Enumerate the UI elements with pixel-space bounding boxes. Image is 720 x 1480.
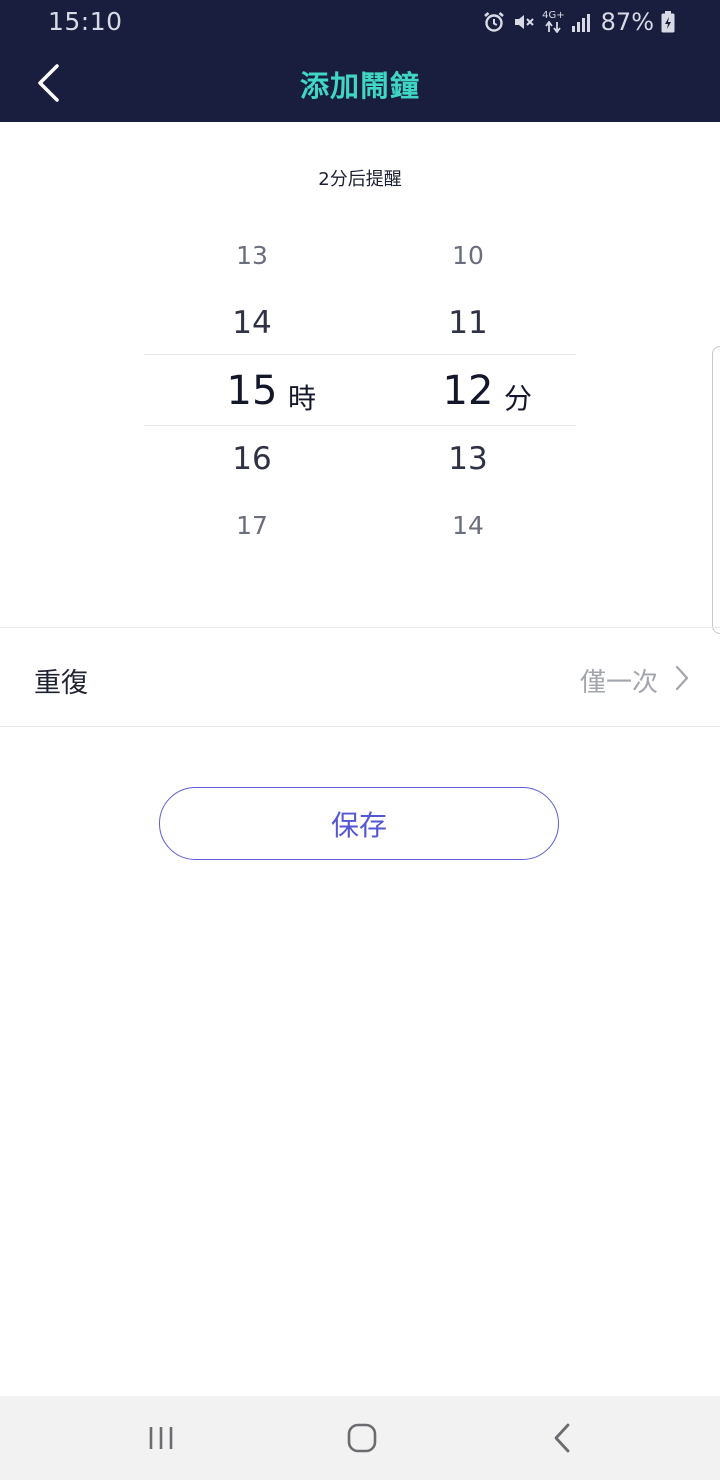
back-nav-button[interactable] <box>533 1414 593 1462</box>
signal-icon <box>571 11 593 33</box>
status-time: 15:10 <box>48 7 123 36</box>
repeat-label: 重復 <box>34 668 88 699</box>
minute-selected[interactable]: 12 <box>428 368 508 414</box>
status-icons: 4G+ 87% <box>482 6 676 38</box>
network-4g-icon: 4G+ <box>542 11 565 33</box>
hour-unit-label: 時 <box>288 382 317 415</box>
save-button[interactable]: 保存 <box>159 787 559 860</box>
app-header: 添加鬧鐘 <box>0 44 720 122</box>
mute-icon <box>512 10 536 34</box>
hour-selected[interactable]: 15 <box>212 368 292 414</box>
minute-option[interactable]: 13 <box>428 441 508 477</box>
status-bar: 15:10 4G+ 87% <box>0 0 720 44</box>
battery-percent: 87% <box>600 8 654 36</box>
remind-hint: 2分后提醒 <box>318 169 402 190</box>
network-type: 4G+ <box>542 10 565 21</box>
home-icon <box>347 1423 377 1453</box>
minute-option[interactable]: 14 <box>428 511 508 540</box>
picker-bottom-line <box>144 425 576 426</box>
repeat-row[interactable]: 重復 僅一次 <box>0 628 720 726</box>
recent-apps-icon <box>149 1427 173 1449</box>
home-button[interactable] <box>332 1414 392 1462</box>
repeat-value: 僅一次 <box>579 668 658 698</box>
hour-option[interactable]: 13 <box>212 241 292 270</box>
chevron-right-icon <box>675 665 689 691</box>
back-nav-icon <box>554 1423 570 1453</box>
alarm-icon <box>482 10 506 34</box>
hour-option[interactable]: 17 <box>212 511 292 540</box>
hour-option[interactable]: 14 <box>212 305 292 341</box>
page-title: 添加鬧鐘 <box>299 69 420 103</box>
battery-charging-icon <box>660 10 676 34</box>
recent-apps-button[interactable] <box>131 1414 191 1462</box>
navigation-bar <box>0 1396 720 1480</box>
edge-panel-handle[interactable] <box>712 346 720 634</box>
minute-option[interactable]: 11 <box>428 305 508 341</box>
minute-unit-label: 分 <box>504 382 533 415</box>
picker-top-line <box>144 354 576 355</box>
minute-option[interactable]: 10 <box>428 241 508 270</box>
hour-option[interactable]: 16 <box>212 441 292 477</box>
divider <box>0 726 720 727</box>
